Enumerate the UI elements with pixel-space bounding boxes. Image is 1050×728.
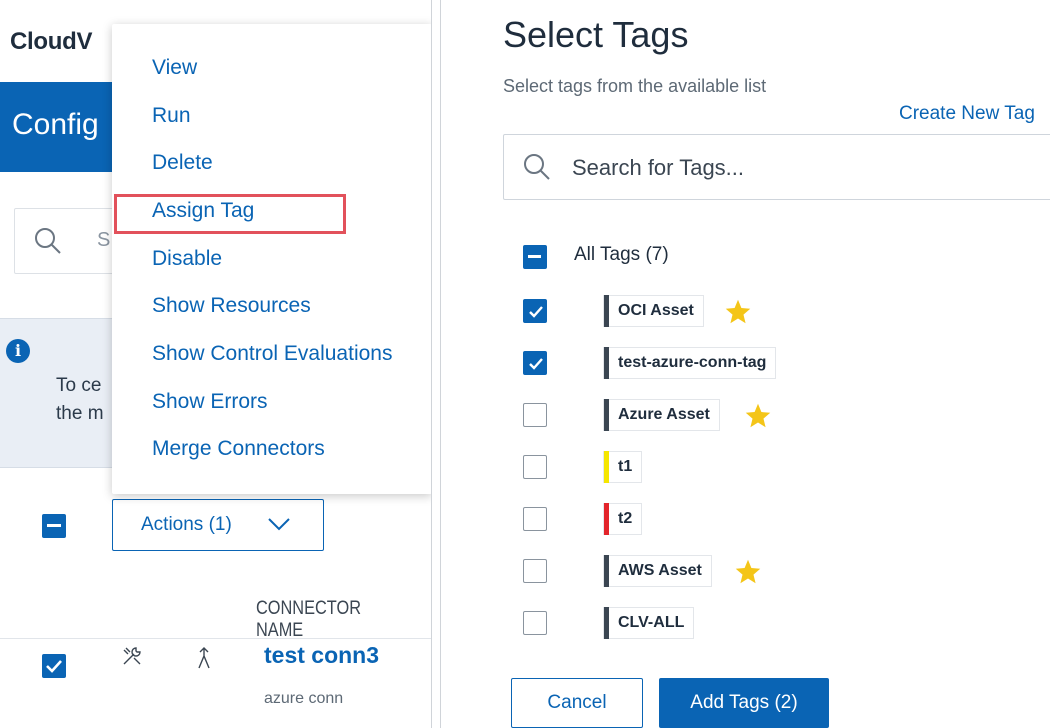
header-divider: [0, 638, 431, 639]
menu-item-show-resources[interactable]: Show Resources: [152, 294, 311, 318]
chevron-down-icon: [268, 518, 290, 531]
search-icon: [524, 154, 550, 180]
tag-chip-test-azure-conn-tag: test-azure-conn-tag: [603, 347, 777, 379]
tag-name: OCI Asset: [618, 302, 694, 319]
check-icon: [529, 306, 543, 318]
cancel-button[interactable]: Cancel: [511, 678, 643, 728]
tag-color-bar: [604, 607, 609, 639]
info-text-line1: To ce: [56, 375, 102, 396]
menu-item-run[interactable]: Run: [152, 104, 191, 128]
tag-chip-t2: t2: [603, 503, 643, 535]
menu-item-delete[interactable]: Delete: [152, 151, 213, 175]
tag-color-bar: [604, 295, 609, 327]
actions-dropdown-menu: View Run Delete Assign Tag Disable Show …: [112, 24, 431, 494]
menu-item-disable[interactable]: Disable: [152, 247, 222, 271]
app-title: CloudV: [10, 28, 93, 55]
tag-search-input[interactable]: Search for Tags...: [503, 134, 1050, 200]
page-title: Config: [12, 108, 99, 141]
tag-checkbox-t2[interactable]: [523, 507, 547, 531]
menu-item-merge-connectors[interactable]: Merge Connectors: [152, 437, 325, 461]
create-new-tag-link[interactable]: Create New Tag: [899, 103, 1035, 125]
tag-color-bar: [604, 503, 609, 535]
info-text-line2: the m: [56, 403, 104, 424]
tag-checkbox-test-azure-conn-tag[interactable]: [523, 351, 547, 375]
row-checkbox[interactable]: [42, 654, 66, 678]
tag-name: t1: [618, 458, 633, 475]
info-icon: i: [6, 339, 30, 363]
tag-chip-clv-all: CLV-ALL: [603, 607, 695, 639]
select-tags-dialog: Select Tags Select tags from the availab…: [440, 0, 1050, 728]
tag-name: Azure Asset: [618, 406, 710, 423]
search-icon: [35, 228, 61, 254]
highlight-box: [114, 194, 346, 234]
merge-icon[interactable]: [195, 646, 213, 670]
tag-color-bar: [604, 555, 609, 587]
tag-color-bar: [604, 347, 609, 379]
connectors-panel: CloudV Config S i To ce the m Actions (1…: [0, 0, 432, 728]
tag-chip-aws-asset: AWS Asset: [603, 555, 712, 587]
tag-name: t2: [618, 510, 633, 527]
tag-name: test-azure-conn-tag: [618, 354, 767, 371]
all-tags-label: All Tags (7): [574, 244, 669, 265]
check-icon: [529, 358, 543, 370]
tag-name: CLV-ALL: [618, 614, 685, 631]
star-icon: [745, 403, 771, 428]
tag-checkbox-clv-all[interactable]: [523, 611, 547, 635]
menu-item-show-errors[interactable]: Show Errors: [152, 390, 268, 414]
actions-label: Actions (1): [141, 514, 232, 535]
tag-chip-oci-asset: OCI Asset: [603, 295, 704, 327]
actions-button[interactable]: Actions (1): [112, 499, 324, 551]
tag-search-placeholder: Search for Tags...: [572, 155, 745, 180]
dialog-title: Select Tags: [503, 14, 689, 55]
star-icon: [725, 299, 751, 324]
tag-color-bar: [604, 451, 609, 483]
tag-checkbox-oci-asset[interactable]: [523, 299, 547, 323]
tag-chip-t1: t1: [603, 451, 643, 483]
check-icon: [46, 660, 62, 673]
tag-color-bar: [604, 399, 609, 431]
tools-icon[interactable]: [120, 644, 144, 668]
all-tags-checkbox[interactable]: [523, 245, 547, 269]
star-icon: [735, 559, 761, 584]
select-all-checkbox[interactable]: [42, 514, 66, 538]
column-header-connector-name[interactable]: CONNECTOR NAME: [256, 598, 407, 642]
tag-checkbox-aws-asset[interactable]: [523, 559, 547, 583]
connector-name-link[interactable]: test conn3: [264, 642, 379, 669]
search-placeholder: S: [97, 229, 111, 251]
menu-item-view[interactable]: View: [152, 56, 197, 80]
menu-item-show-control-evaluations[interactable]: Show Control Evaluations: [152, 342, 392, 366]
add-tags-button[interactable]: Add Tags (2): [659, 678, 829, 728]
tag-chip-azure-asset: Azure Asset: [603, 399, 720, 431]
tag-checkbox-azure-asset[interactable]: [523, 403, 547, 427]
dialog-subtitle: Select tags from the available list: [503, 76, 767, 96]
tag-name: AWS Asset: [618, 562, 702, 579]
tag-checkbox-t1[interactable]: [523, 455, 547, 479]
connector-description: azure conn: [264, 690, 344, 707]
